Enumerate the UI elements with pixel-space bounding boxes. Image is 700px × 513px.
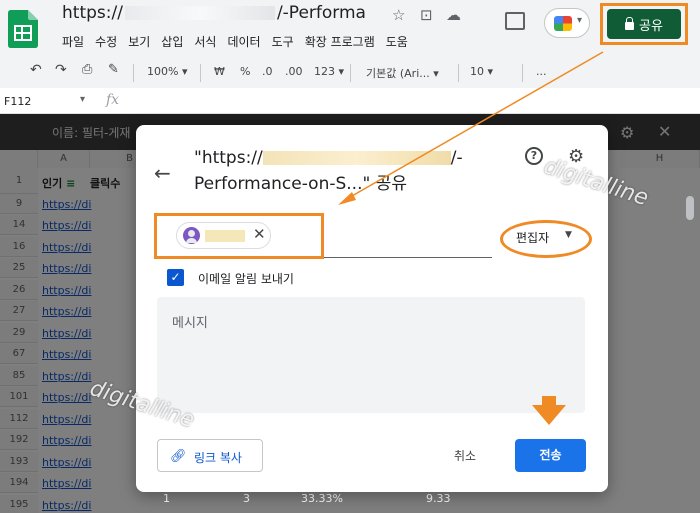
annotation-arrow-down (532, 405, 566, 425)
annotation-arrow-line (338, 51, 604, 205)
